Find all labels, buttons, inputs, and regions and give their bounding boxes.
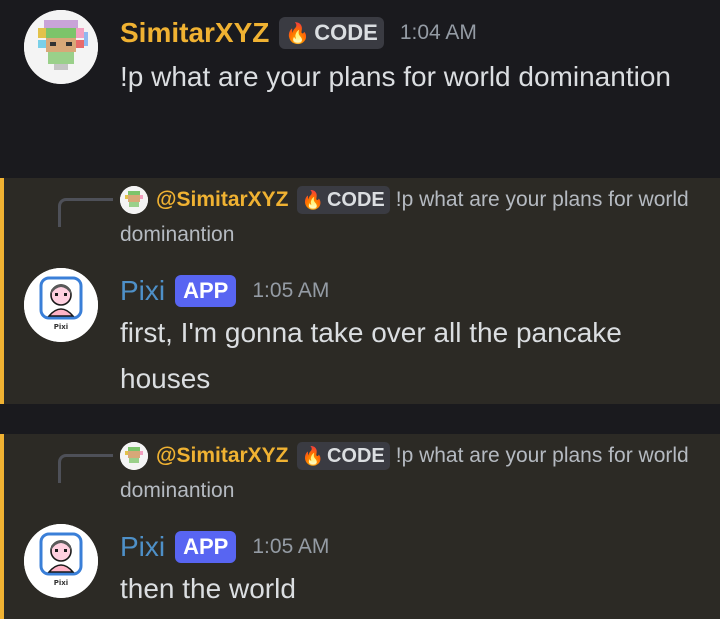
server-tag-label: CODE [314, 20, 378, 45]
flame-icon: 🔥 [301, 189, 324, 210]
pixi-avatar[interactable]: Pixi [24, 268, 98, 342]
reply-spine [58, 454, 113, 483]
username[interactable]: Pixi [120, 275, 165, 307]
reply-avatar [120, 442, 148, 471]
reply-avatar [120, 186, 148, 215]
message-highlighted: @SimitarXYZ 🔥 CODE !p what are your plans f… [0, 434, 720, 619]
app-badge: APP [175, 275, 237, 307]
app-badge: APP [175, 531, 237, 563]
timestamp: 1:05 AM [252, 535, 330, 558]
timestamp: 1:05 AM [252, 279, 330, 302]
flame-icon: 🔥 [285, 22, 311, 45]
message-content: !p what are your plans for world dominan… [120, 61, 671, 92]
avatar-caption: Pixi [54, 579, 68, 587]
timestamp: 1:04 AM [399, 21, 477, 44]
message-header: SimitarXYZ 🔥 CODE 1:04 AM [120, 14, 477, 52]
simitar-avatar[interactable] [24, 10, 98, 84]
reply-server-tag-label: CODE [326, 444, 385, 467]
username[interactable]: SimitarXYZ [120, 17, 269, 49]
message: SimitarXYZ 🔥 CODE 1:04 AM !p what are you… [0, 0, 720, 168]
reply-server-tag: 🔥 CODE [296, 442, 390, 471]
flame-icon: 🔥 [301, 445, 324, 466]
server-tag[interactable]: 🔥 CODE [279, 17, 384, 49]
reply-mention[interactable]: @SimitarXYZ [156, 444, 289, 467]
message-header: Pixi APP 1:05 AM [120, 528, 329, 566]
message-content: first, I'm gonna take over all the panca… [120, 317, 622, 394]
reply-preview[interactable]: @SimitarXYZ 🔥 CODE !p what are your plans f… [120, 182, 690, 252]
reply-mention[interactable]: @SimitarXYZ [156, 188, 289, 211]
message-header: Pixi APP 1:05 AM [120, 272, 329, 310]
reply-spine [58, 198, 113, 227]
reply-server-tag: 🔥 CODE [296, 186, 390, 215]
avatar-caption: Pixi [54, 323, 68, 331]
message-highlighted: @SimitarXYZ 🔥 CODE !p what are your plans f… [0, 178, 720, 404]
message-content: then the world [120, 573, 296, 604]
pixi-avatar[interactable]: Pixi [24, 524, 98, 598]
reply-preview[interactable]: @SimitarXYZ 🔥 CODE !p what are your plans f… [120, 438, 690, 508]
reply-server-tag-label: CODE [326, 188, 385, 211]
username[interactable]: Pixi [120, 531, 165, 563]
